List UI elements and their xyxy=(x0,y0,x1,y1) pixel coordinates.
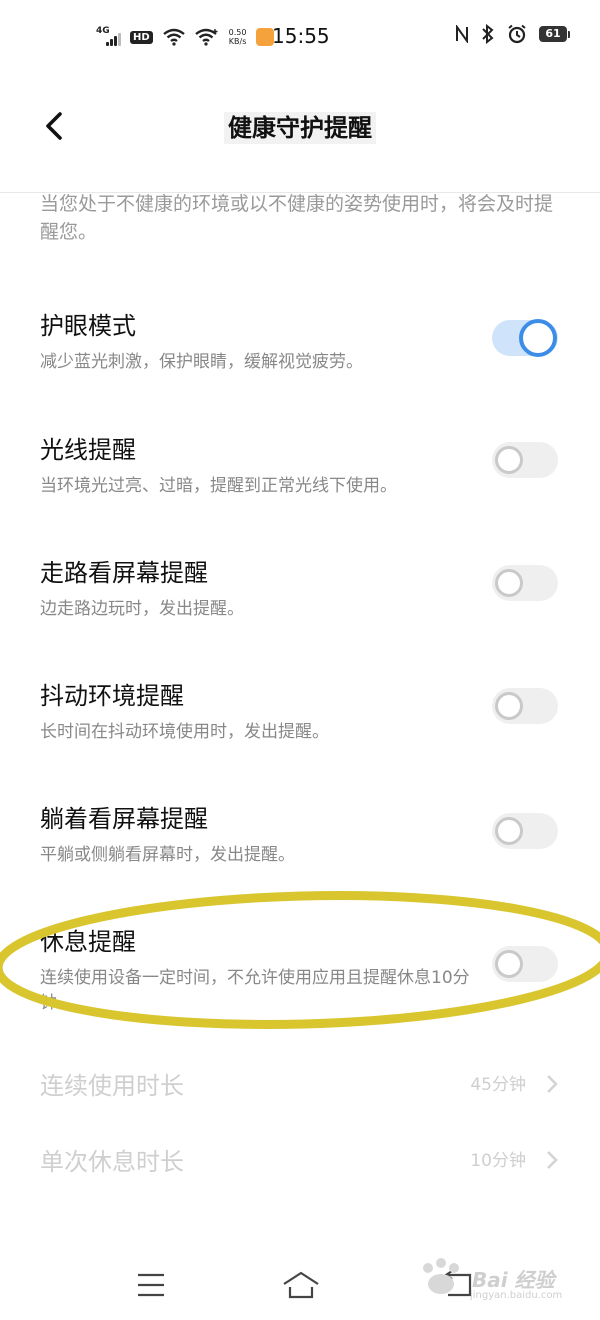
eye-protection-toggle[interactable] xyxy=(492,319,558,357)
page-title-text: 健康守护提醒 xyxy=(224,112,376,144)
intro-text: 当您处于不健康的环境或以不健康的姿势使用时，将会及时提醒您。 xyxy=(40,193,554,243)
setting-row-shake-reminder[interactable]: 抖动环境提醒 长时间在抖动环境使用时，发出提醒。 xyxy=(0,676,600,786)
setting-title: 光线提醒 xyxy=(40,436,136,464)
shake-reminder-toggle[interactable] xyxy=(492,688,558,724)
duration-value: 10分钟 xyxy=(470,1151,526,1171)
home-icon[interactable] xyxy=(282,1270,320,1300)
status-left: 4G HD 0.50 KB/s xyxy=(96,22,275,52)
highlight-ellipse xyxy=(0,891,600,1029)
lying-reminder-toggle[interactable] xyxy=(492,813,558,849)
single-rest-duration-row: 单次休息时长 10分钟 xyxy=(0,1130,600,1190)
toggle-knob xyxy=(495,446,523,474)
wifi-icon-2 xyxy=(194,28,218,46)
watermark-url: jingyan.baidu.com xyxy=(470,1290,563,1301)
setting-title: 走路看屏幕提醒 xyxy=(40,559,208,587)
chevron-right-icon xyxy=(547,1151,558,1169)
continuous-use-duration-row: 连续使用时长 45分钟 xyxy=(0,1054,600,1114)
battery-icon: 61 xyxy=(539,26,570,42)
duration-value: 45分钟 xyxy=(470,1075,526,1095)
chevron-right-icon xyxy=(547,1075,558,1093)
speed-value: 0.50 xyxy=(228,28,247,37)
watermark: Bai 经验 jingyan.baidu.com xyxy=(410,1256,570,1306)
network-type: 4G xyxy=(96,26,110,36)
setting-row-light-reminder[interactable]: 光线提醒 当环境光过亮、过暗，提醒到正常光线下使用。 xyxy=(0,430,600,540)
setting-desc: 边走路边玩时，发出提醒。 xyxy=(40,599,244,619)
light-reminder-toggle[interactable] xyxy=(492,442,558,478)
signal-icon: 4G xyxy=(96,26,121,48)
status-right: 61 xyxy=(455,24,570,44)
bluetooth-icon xyxy=(482,24,494,44)
setting-title: 抖动环境提醒 xyxy=(40,682,184,710)
speed-unit: KB/s xyxy=(228,37,247,46)
setting-desc: 减少蓝光刺激，保护眼睛，缓解视觉疲劳。 xyxy=(40,352,363,372)
setting-row-walking-reminder[interactable]: 走路看屏幕提醒 边走路边玩时，发出提醒。 xyxy=(0,553,600,663)
paw-logo-icon xyxy=(423,1258,459,1294)
setting-row-eye-protection[interactable]: 护眼模式 减少蓝光刺激，保护眼睛，缓解视觉疲劳。 xyxy=(0,306,600,416)
nfc-icon xyxy=(456,25,468,43)
toggle-knob xyxy=(495,569,523,597)
clock: 15:55 xyxy=(272,24,330,48)
duration-label: 连续使用时长 xyxy=(40,1072,184,1100)
setting-desc: 当环境光过亮、过暗，提醒到正常光线下使用。 xyxy=(40,476,397,496)
watermark-text: Bai 经验 xyxy=(472,1268,555,1292)
page-title: 健康守护提醒 xyxy=(0,108,600,144)
setting-title: 躺着看屏幕提醒 xyxy=(40,805,208,833)
wifi-icon xyxy=(162,28,185,46)
toggle-knob xyxy=(519,319,557,357)
status-bar: 4G HD 0.50 KB/s 15:55 61 xyxy=(0,0,600,72)
hd-badge: HD xyxy=(130,30,153,44)
menu-icon[interactable] xyxy=(136,1272,166,1298)
setting-desc: 长时间在抖动环境使用时，发出提醒。 xyxy=(40,722,329,742)
toggle-knob xyxy=(495,817,523,845)
top-bar: 健康守护提醒 xyxy=(0,90,600,160)
walking-reminder-toggle[interactable] xyxy=(492,565,558,601)
alarm-icon xyxy=(508,24,526,44)
toggle-knob xyxy=(495,692,523,720)
setting-title: 护眼模式 xyxy=(40,312,136,340)
battery-level: 61 xyxy=(539,26,567,42)
setting-desc: 平躺或侧躺看屏幕时，发出提醒。 xyxy=(40,845,295,865)
duration-label: 单次休息时长 xyxy=(40,1148,184,1176)
network-speed: 0.50 KB/s xyxy=(229,28,247,46)
